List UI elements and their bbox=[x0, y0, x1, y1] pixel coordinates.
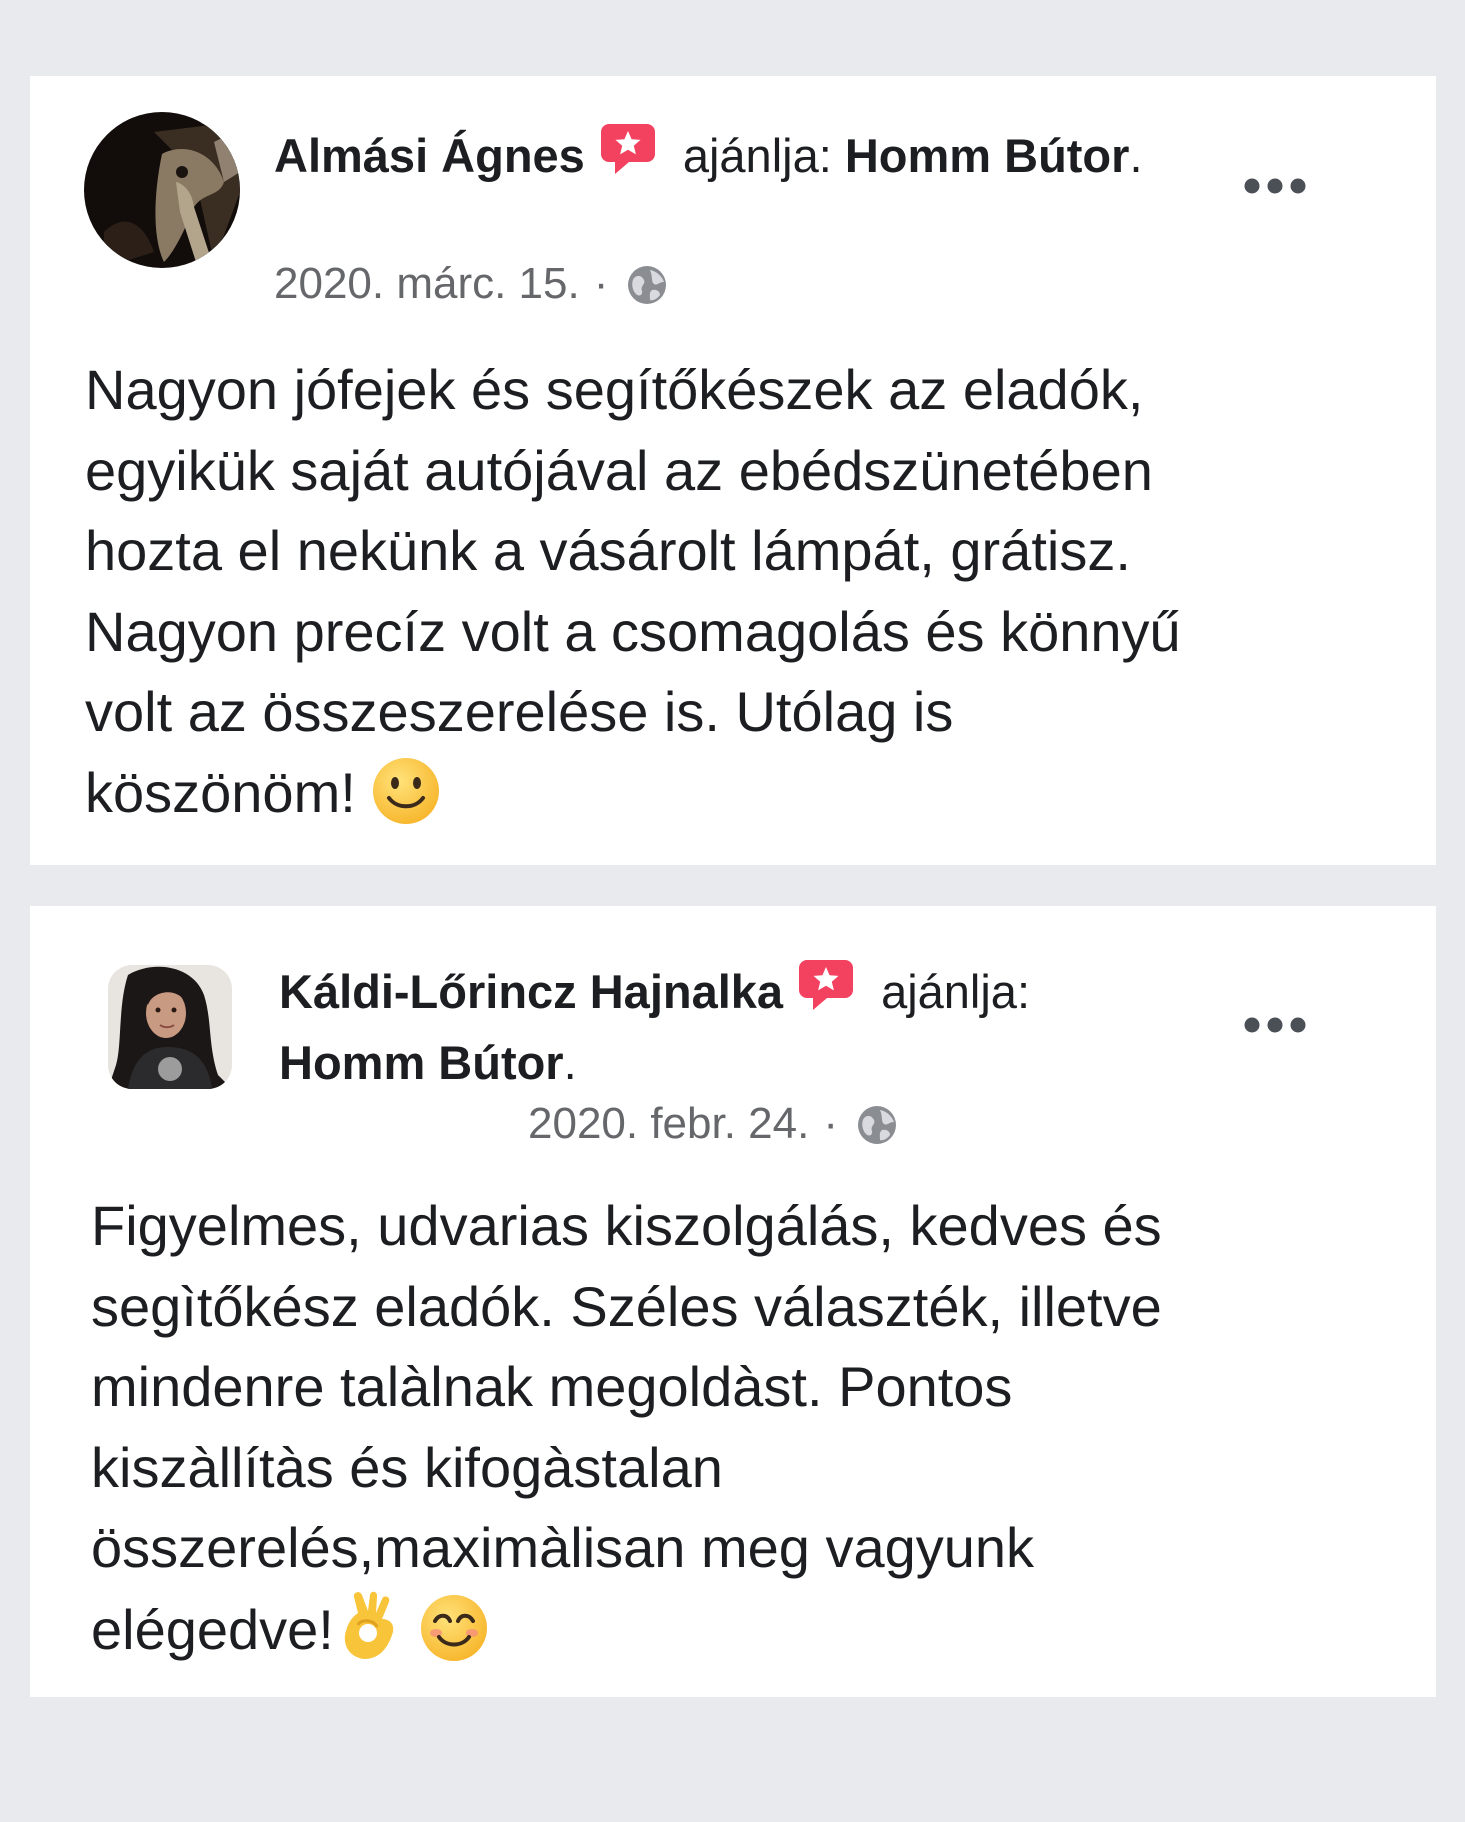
review-text: Figyelmes, udvarias kiszolgálás, kedves … bbox=[91, 1186, 1351, 1684]
post-meta: 2020. febr. 24. · bbox=[528, 1096, 898, 1160]
more-options-icon[interactable] bbox=[1244, 1017, 1306, 1033]
ok-hand-emoji bbox=[334, 1589, 404, 1685]
avatar-image bbox=[108, 965, 232, 1089]
author-name[interactable]: Almási Ágnes bbox=[274, 129, 585, 182]
post-date[interactable]: 2020. márc. 15. bbox=[274, 259, 580, 308]
meta-separator: · bbox=[593, 259, 609, 308]
review-card: Almási Ágnes ajánlja: Homm Bútor. 2020. … bbox=[30, 76, 1436, 865]
avatar[interactable] bbox=[108, 965, 232, 1089]
slightly-smiling-face-emoji bbox=[371, 756, 441, 848]
recommend-star-badge-icon bbox=[797, 958, 855, 1030]
meta-separator: · bbox=[823, 1099, 838, 1148]
author-name[interactable]: Káldi-Lőrincz Hajnalka bbox=[279, 965, 783, 1018]
page-suffix: . bbox=[563, 1036, 577, 1089]
review-card: Káldi-Lőrincz Hajnalka ajánlja: Homm Bút… bbox=[30, 906, 1436, 1697]
page-name-link[interactable]: Homm Bútor bbox=[279, 1036, 564, 1089]
post-date[interactable]: 2020. febr. 24. bbox=[528, 1099, 809, 1148]
page-name-link[interactable]: Homm Bútor bbox=[845, 129, 1130, 182]
recommend-star-badge-icon bbox=[599, 122, 657, 194]
smiling-face-with-smiling-eyes-emoji bbox=[419, 1593, 489, 1685]
review-text: Nagyon jófejek és segítőkészek az eladók… bbox=[85, 350, 1345, 847]
review-text-content: Nagyon jófejek és segítőkészek az eladók… bbox=[85, 358, 1181, 824]
recommend-verb: ajánlja: bbox=[682, 129, 832, 182]
post-meta: 2020. márc. 15. · bbox=[274, 256, 668, 320]
avatar[interactable] bbox=[84, 112, 240, 268]
globe-icon bbox=[626, 264, 668, 320]
post-header: Almási Ágnes ajánlja: Homm Bútor. bbox=[274, 122, 1246, 194]
review-text-content: Figyelmes, udvarias kiszolgálás, kedves … bbox=[91, 1194, 1162, 1661]
avatar-image bbox=[84, 112, 240, 268]
post-header: Káldi-Lőrincz Hajnalka ajánlja: Homm Bút… bbox=[279, 958, 1246, 1151]
recommend-verb: ajánlja: bbox=[881, 965, 1031, 1018]
page-suffix: . bbox=[1129, 129, 1143, 182]
globe-icon bbox=[856, 1104, 898, 1160]
more-options-icon[interactable] bbox=[1244, 178, 1306, 194]
